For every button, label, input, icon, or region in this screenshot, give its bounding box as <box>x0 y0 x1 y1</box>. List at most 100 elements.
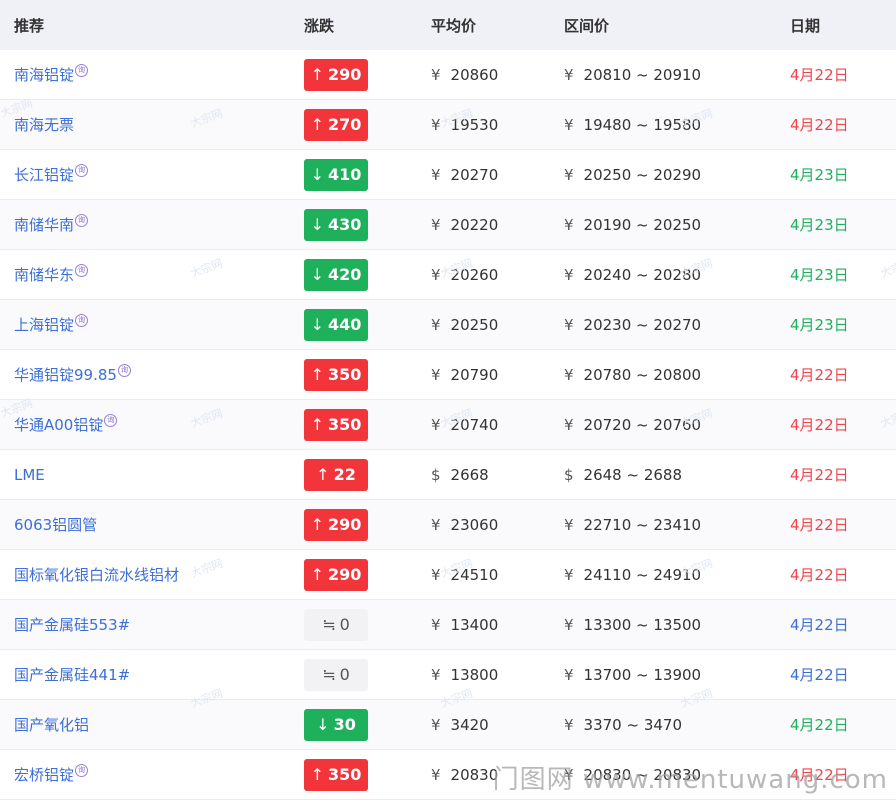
date-value: 4月22日 <box>790 516 849 534</box>
change-badge: ↑ 350 <box>304 758 368 791</box>
product-link[interactable]: 国产金属硅553# <box>14 616 130 634</box>
change-badge: ↑ 22 <box>304 458 368 491</box>
currency-symbol: $ <box>431 465 441 484</box>
change-badge: ↓ 410 <box>304 158 368 191</box>
range-price: 13700 ~ 13900 <box>583 665 702 684</box>
currency-symbol: ¥ <box>564 415 574 434</box>
inquiry-badge-icon: 询 <box>75 164 89 177</box>
date-value: 4月22日 <box>790 666 849 684</box>
currency-symbol: ¥ <box>431 565 441 584</box>
arrow-up-icon: ↑ <box>310 564 324 584</box>
product-link[interactable]: LME <box>14 466 45 484</box>
range-price: 20810 ~ 20910 <box>583 65 702 84</box>
arrow-down-icon: ↓ <box>310 164 324 184</box>
arrow-up-icon: ↑ <box>316 464 330 484</box>
table-header: 推荐 涨跌 平均价 区间价 日期 <box>0 0 896 50</box>
change-value: 22 <box>333 464 356 484</box>
avg-price: 13400 <box>450 615 499 634</box>
table-row: 国标氧化银白流水线铝材 ↑ 290 ¥24510 ¥24110 ~ 24910 4… <box>0 550 896 600</box>
header-range: 区间价 <box>564 16 610 35</box>
currency-symbol: ¥ <box>431 165 441 184</box>
arrow-up-icon: ↑ <box>310 414 324 434</box>
avg-price: 20220 <box>450 215 499 234</box>
product-link[interactable]: 长江铝锭 <box>14 166 74 184</box>
change-value: 270 <box>328 114 362 134</box>
table-row: 国产金属硅441# ≒ 0 ¥13800 ¥13700 ~ 13900 4月22日 <box>0 650 896 700</box>
range-price: 3370 ~ 3470 <box>583 715 682 734</box>
header-avg: 平均价 <box>431 16 477 35</box>
currency-symbol: ¥ <box>564 165 574 184</box>
product-link[interactable]: 南海铝锭 <box>14 66 74 84</box>
arrow-down-icon: ↓ <box>316 714 330 734</box>
currency-symbol: ¥ <box>564 265 574 284</box>
table-row: 华通A00铝锭询 ↑ 350 ¥20740 ¥20720 ~ 20760 4月22… <box>0 400 896 450</box>
avg-price: 20270 <box>450 165 499 184</box>
price-table: 推荐 涨跌 平均价 区间价 日期 南海铝锭询 ↑ 290 ¥20860 ¥2081… <box>0 0 896 800</box>
header-change: 涨跌 <box>304 16 335 35</box>
date-value: 4月22日 <box>790 616 849 634</box>
currency-symbol: ¥ <box>431 365 441 384</box>
range-price: 20240 ~ 20280 <box>583 265 702 284</box>
date-value: 4月23日 <box>790 266 849 284</box>
change-value: 430 <box>328 214 362 234</box>
table-row: 华通铝锭99.85 询 ↑ 350 ¥20790 ¥20780 ~ 20800 4月… <box>0 350 896 400</box>
avg-price: 3420 <box>450 715 489 734</box>
currency-symbol: ¥ <box>431 715 441 734</box>
avg-price: 20740 <box>450 415 499 434</box>
table-row: 6063铝圆管 ↑ 290 ¥23060 ¥22710 ~ 23410 4月22日 <box>0 500 896 550</box>
currency-symbol: ¥ <box>431 115 441 134</box>
range-price: 20720 ~ 20760 <box>583 415 702 434</box>
currency-symbol: ¥ <box>431 665 441 684</box>
currency-symbol: ¥ <box>564 365 574 384</box>
date-value: 4月22日 <box>790 116 849 134</box>
date-value: 4月22日 <box>790 466 849 484</box>
date-value: 4月22日 <box>790 566 849 584</box>
product-link[interactable]: 国产氧化铝 <box>14 716 89 734</box>
change-badge: ↑ 350 <box>304 358 368 391</box>
arrow-up-icon: ↑ <box>310 64 324 84</box>
table-row: 南海无票 ↑ 270 ¥19530 ¥19480 ~ 19580 4月22日 <box>0 100 896 150</box>
range-price: 20250 ~ 20290 <box>583 165 702 184</box>
change-value: 440 <box>328 314 362 334</box>
currency-symbol: ¥ <box>431 265 441 284</box>
currency-symbol: ¥ <box>564 665 574 684</box>
table-row: LME ↑ 22 $2668 $2648 ~ 2688 4月22日 <box>0 450 896 500</box>
flat-icon: ≒ <box>322 664 336 684</box>
change-badge: ↓ 430 <box>304 208 368 241</box>
product-link[interactable]: 南储华南 <box>14 216 74 234</box>
change-badge: ↑ 270 <box>304 108 368 141</box>
change-badge: ≒ 0 <box>304 608 368 641</box>
change-badge: ↓ 440 <box>304 308 368 341</box>
inquiry-badge-icon: 询 <box>75 64 89 77</box>
change-value: 30 <box>333 714 356 734</box>
table-body: 南海铝锭询 ↑ 290 ¥20860 ¥20810 ~ 20910 4月22日 南… <box>0 50 896 800</box>
inquiry-badge-icon: 询 <box>75 314 89 327</box>
product-link[interactable]: 国产金属硅441# <box>14 666 130 684</box>
table-row: 国产氧化铝 ↓ 30 ¥3420 ¥3370 ~ 3470 4月22日 <box>0 700 896 750</box>
date-value: 4月22日 <box>790 716 849 734</box>
arrow-down-icon: ↓ <box>310 264 324 284</box>
change-value: 290 <box>328 64 362 84</box>
date-value: 4月23日 <box>790 216 849 234</box>
avg-price: 13800 <box>450 665 499 684</box>
change-value: 0 <box>339 614 350 634</box>
change-badge: ↑ 290 <box>304 558 368 591</box>
product-link[interactable]: 6063铝圆管 <box>14 516 97 534</box>
change-value: 350 <box>328 764 362 784</box>
product-link[interactable]: 南海无票 <box>14 116 74 134</box>
arrow-up-icon: ↑ <box>310 114 324 134</box>
range-price: 20230 ~ 20270 <box>583 315 702 334</box>
product-link[interactable]: 国标氧化银白流水线铝材 <box>14 566 179 584</box>
product-link[interactable]: 宏桥铝锭 <box>14 766 74 784</box>
product-link[interactable]: 上海铝锭 <box>14 316 74 334</box>
currency-symbol: ¥ <box>564 715 574 734</box>
avg-price: 20860 <box>450 65 499 84</box>
change-badge: ↑ 290 <box>304 58 368 91</box>
product-link[interactable]: 南储华东 <box>14 266 74 284</box>
table-row: 南储华东询 ↓ 420 ¥20260 ¥20240 ~ 20280 4月23日 <box>0 250 896 300</box>
site-watermark: 门图网 www.mentuwang.com <box>492 765 888 795</box>
product-link[interactable]: 华通A00铝锭 <box>14 416 103 434</box>
product-link[interactable]: 华通铝锭99.85 <box>14 366 117 384</box>
table-row: 南海铝锭询 ↑ 290 ¥20860 ¥20810 ~ 20910 4月22日 <box>0 50 896 100</box>
table-row: 长江铝锭询 ↓ 410 ¥20270 ¥20250 ~ 20290 4月23日 <box>0 150 896 200</box>
